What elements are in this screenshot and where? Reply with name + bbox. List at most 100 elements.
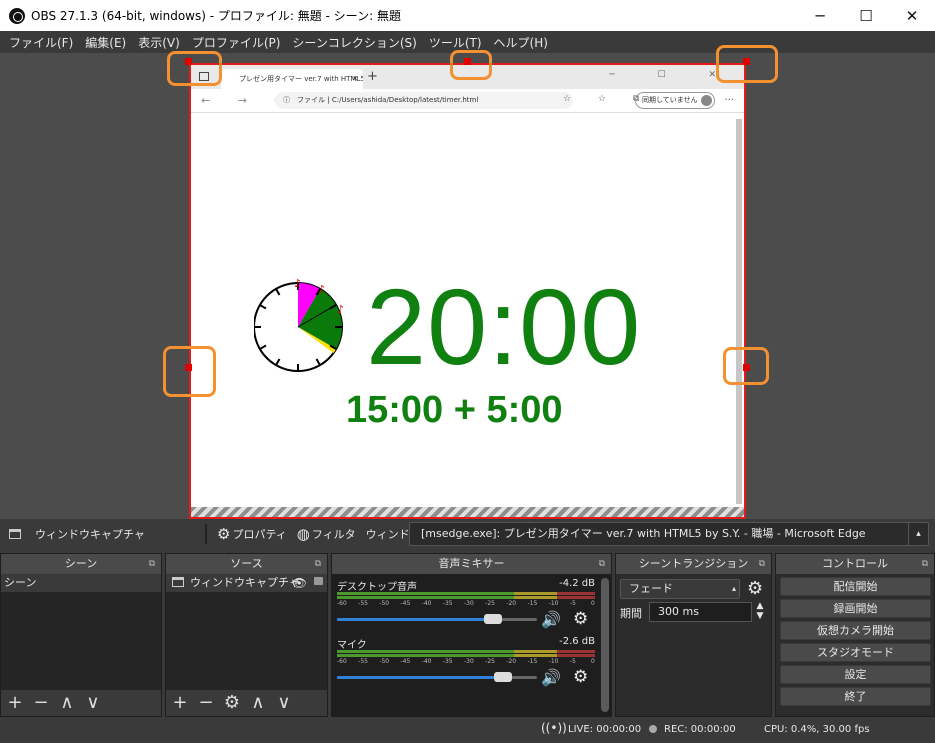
annotation-ring-top-right bbox=[716, 45, 778, 83]
sources-list[interactable]: ウィンドウキャプチャ 👁 bbox=[166, 574, 327, 690]
filters-button[interactable]: ◍ フィルタ bbox=[297, 525, 356, 543]
speaker-icon[interactable]: 🔊 bbox=[541, 668, 561, 687]
track-db: -4.2 dB bbox=[559, 578, 595, 589]
menu-help[interactable]: ヘルプ(H) bbox=[488, 34, 554, 51]
annotation-ring-top bbox=[450, 50, 492, 80]
source-item[interactable]: ウィンドウキャプチャ 👁 bbox=[166, 574, 327, 592]
window-select[interactable]: [msedge.exe]: プレゼン用タイマー ver.7 with HTML5… bbox=[409, 522, 929, 546]
undock-icon[interactable]: ⧉ bbox=[759, 554, 765, 574]
meter-scale-label: -60 bbox=[337, 658, 347, 665]
move-source-up-button[interactable]: ∧ bbox=[248, 690, 268, 716]
start-virtual-camera-button[interactable]: 仮想カメラ開始 bbox=[780, 621, 931, 640]
tab-close-icon[interactable]: ✕ bbox=[352, 69, 358, 89]
info-icon: ⓘ bbox=[283, 96, 290, 104]
meter-scale-label: -30 bbox=[464, 658, 474, 665]
url-field[interactable]: ⓘ ファイル | C:/Users/ashida/Desktop/latest/… bbox=[275, 92, 573, 109]
properties-button[interactable]: ⚙ プロパティ bbox=[217, 525, 287, 543]
page-scrollbar[interactable] bbox=[736, 119, 742, 504]
browser-tab[interactable]: プレゼン用タイマー ver.7 with HTML5 ✕ bbox=[221, 69, 363, 89]
exit-button[interactable]: 終了 bbox=[780, 687, 931, 706]
mixer-scrollbar[interactable] bbox=[601, 578, 609, 712]
avatar bbox=[701, 95, 712, 106]
transitions-title: シーントランジション bbox=[638, 557, 749, 570]
window-capture-icon bbox=[172, 577, 184, 587]
menu-edit[interactable]: 編集(E) bbox=[79, 34, 132, 51]
meter-scale-label: 0 bbox=[591, 600, 595, 607]
studio-mode-button[interactable]: スタジオモード bbox=[780, 643, 931, 662]
move-source-down-button[interactable]: ∨ bbox=[274, 690, 294, 716]
annotation-ring-right bbox=[723, 347, 769, 385]
volume-fader[interactable]: 🔊 ⚙ bbox=[337, 609, 595, 629]
scene-item[interactable]: シーン bbox=[1, 574, 161, 592]
meter-scale-label: -15 bbox=[527, 658, 538, 665]
volume-slider-handle[interactable] bbox=[484, 614, 502, 624]
speaker-icon[interactable]: 🔊 bbox=[541, 610, 561, 629]
cpu-status: CPU: 0.4%, 30.00 fps bbox=[764, 724, 870, 735]
undock-icon[interactable]: ⧉ bbox=[149, 554, 155, 574]
maximize-button[interactable]: ☐ bbox=[843, 0, 889, 31]
move-scene-down-button[interactable]: ∨ bbox=[83, 690, 103, 716]
meter-scale-label: -10 bbox=[548, 600, 559, 607]
visibility-eye-icon[interactable]: 👁 bbox=[292, 574, 307, 592]
gear-icon[interactable]: ⚙ bbox=[573, 609, 588, 629]
window-capture-icon bbox=[9, 529, 21, 539]
lock-icon[interactable] bbox=[314, 577, 323, 585]
menu-view[interactable]: 表示(V) bbox=[132, 34, 186, 51]
start-recording-button[interactable]: 録画開始 bbox=[780, 599, 931, 618]
mixer-track-mic: マイク -2.6 dB -60 -55 -50 -45 -40 -35 -30 -25 -20-… bbox=[337, 636, 595, 687]
undock-icon[interactable]: ⧉ bbox=[922, 554, 928, 574]
minimize-button[interactable]: ─ bbox=[797, 0, 843, 31]
volume-fader[interactable]: 🔊 ⚙ bbox=[337, 667, 595, 687]
undock-icon[interactable]: ⧉ bbox=[599, 554, 605, 574]
transition-settings-gear-icon[interactable]: ⚙ bbox=[747, 578, 763, 599]
move-scene-up-button[interactable]: ∧ bbox=[57, 690, 77, 716]
tab-title: プレゼン用タイマー ver.7 with HTML5 bbox=[239, 75, 363, 83]
volume-meter bbox=[337, 592, 595, 600]
new-tab-icon[interactable]: + bbox=[367, 69, 378, 84]
meter-scale-label: -35 bbox=[442, 658, 453, 665]
meter-scale-label: -25 bbox=[485, 600, 495, 607]
gear-icon[interactable]: ⚙ bbox=[573, 667, 588, 687]
menu-profile[interactable]: プロファイル(P) bbox=[186, 34, 287, 51]
start-streaming-button[interactable]: 配信開始 bbox=[780, 577, 931, 596]
controls-title: コントロール bbox=[822, 557, 888, 570]
duration-spinner[interactable]: ▲ ▼ bbox=[753, 601, 767, 621]
transitions-header: シーントランジション ⧉ bbox=[616, 554, 771, 574]
source-properties-button[interactable]: ⚙ bbox=[222, 690, 242, 716]
rec-status: REC: 00:00:00 bbox=[649, 724, 736, 735]
volume-slider-handle[interactable] bbox=[494, 672, 512, 682]
capture-hatch-area bbox=[191, 507, 744, 517]
broadcast-icon: ((•)) bbox=[541, 721, 567, 735]
profile-button[interactable]: 同期していません bbox=[635, 92, 715, 109]
add-source-button[interactable]: + bbox=[170, 690, 190, 716]
meter-scale-label: -5 bbox=[569, 600, 576, 607]
window-capture-source[interactable]: プレゼン用タイマー ver.7 with HTML5 ✕ + ─ ☐ ✕ ← →… bbox=[189, 63, 746, 519]
meter-scale-label: -10 bbox=[548, 658, 559, 665]
meter-scale-label: -15 bbox=[527, 600, 538, 607]
duration-input[interactable]: 300 ms bbox=[649, 602, 752, 622]
scenes-list[interactable]: シーン bbox=[1, 574, 161, 690]
timer-page: ♪ ♪ ♪ 20:00 15:00 + 5:00 bbox=[191, 113, 744, 517]
sources-dock: ソース ⧉ ウィンドウキャプチャ 👁 + − ⚙ ∧ ∨ bbox=[165, 553, 328, 717]
undock-icon[interactable]: ⧉ bbox=[315, 554, 321, 574]
sources-title: ソース bbox=[230, 557, 263, 570]
menu-file[interactable]: ファイル(F) bbox=[3, 34, 79, 51]
close-button[interactable]: ✕ bbox=[889, 0, 935, 31]
remove-source-button[interactable]: − bbox=[196, 690, 216, 716]
meter-scale-label: 0 bbox=[591, 658, 595, 665]
meter-scale-label: -5 bbox=[569, 658, 576, 665]
meter-scale-label: -45 bbox=[400, 600, 411, 607]
menu-tools[interactable]: ツール(T) bbox=[423, 34, 488, 51]
settings-button[interactable]: 設定 bbox=[780, 665, 931, 684]
sources-header: ソース ⧉ bbox=[166, 554, 327, 574]
remove-scene-button[interactable]: − bbox=[31, 690, 51, 716]
add-scene-button[interactable]: + bbox=[5, 690, 25, 716]
preview-canvas[interactable]: プレゼン用タイマー ver.7 with HTML5 ✕ + ─ ☐ ✕ ← →… bbox=[0, 45, 935, 519]
volume-meter bbox=[337, 650, 595, 658]
url-text: C:/Users/ashida/Desktop/latest/timer.htm… bbox=[331, 96, 479, 104]
meter-scale-label: -50 bbox=[379, 658, 390, 665]
menu-scene-collection[interactable]: シーンコレクション(S) bbox=[286, 34, 422, 51]
transition-select[interactable]: フェード ▴▾ bbox=[620, 579, 740, 611]
meter-scale-label: -30 bbox=[464, 600, 474, 607]
more-icon[interactable]: ··· bbox=[724, 95, 734, 106]
